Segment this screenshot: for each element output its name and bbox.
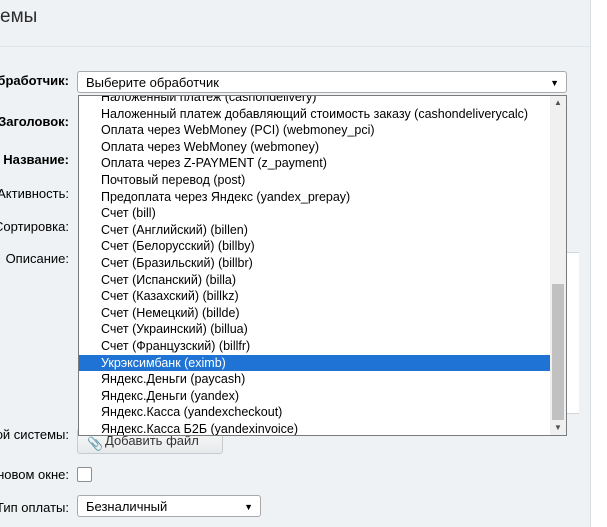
dropdown-option[interactable]: Оплата через WebMoney (PCI) (webmoney_pc… [79, 122, 551, 139]
scrollbar-thumb[interactable] [552, 284, 564, 420]
payment-type-label: Тип оплаты: [0, 500, 69, 515]
dropdown-option[interactable]: Счет (bill) [79, 205, 551, 222]
page-scroll-rail[interactable] [591, 0, 607, 527]
payment-type-value: Безналичный [86, 499, 168, 514]
dropdown-option[interactable]: Счет (Английский) (billen) [79, 222, 551, 239]
dropdown-option[interactable]: Счет (Украинский) (billua) [79, 321, 551, 338]
payment-type-select[interactable]: Безналичный ▼ [77, 495, 261, 517]
dropdown-option[interactable]: Счет (Казахский) (billkz) [79, 288, 551, 305]
dropdown-option[interactable]: Счет (Бразильский) (billbr) [79, 255, 551, 272]
dropdown-option[interactable]: Наложенный платеж добавляющий стоимость … [79, 106, 551, 123]
new-window-checkbox[interactable] [77, 467, 92, 482]
chevron-down-icon: ▼ [244, 502, 253, 512]
dropdown-option[interactable]: Предоплата через Яндекс (yandex_prepay) [79, 189, 551, 206]
sort-label: Сортировка: [0, 219, 69, 234]
dropdown-option[interactable]: Счет (Белорусский) (billby) [79, 238, 551, 255]
new-window-label: новом окне: [0, 467, 69, 482]
chevron-down-icon: ▼ [550, 78, 559, 88]
dropdown-options: Наложенный платеж (cashondelivery) Наложе… [79, 96, 551, 435]
dropdown-option[interactable]: Яндекс.Деньги (yandex) [79, 388, 551, 405]
name-label: Название: [3, 152, 69, 167]
description-label: Описание: [5, 251, 69, 266]
dropdown-option[interactable]: Счет (Испанский) (billa) [79, 272, 551, 289]
dropdown-option[interactable]: Яндекс.Касса Б2Б (yandexinvoice) [79, 421, 551, 435]
dropdown-option[interactable]: Почтовый перевод (post) [79, 172, 551, 189]
handler-select-value: Выберите обработчик [86, 75, 219, 90]
handler-label: обработчик: [0, 73, 69, 88]
dropdown-option[interactable]: Яндекс.Деньги (paycash) [79, 371, 551, 388]
scroll-down-icon[interactable]: ▼ [550, 421, 566, 435]
active-label: Активность: [0, 186, 69, 201]
dropdown-option[interactable]: Наложенный платеж (cashondelivery) [79, 96, 551, 106]
heading-label: Заголовок: [0, 114, 69, 129]
dropdown-option[interactable]: Яндекс.Касса (yandexcheckout) [79, 404, 551, 421]
logo-label: ой системы: [0, 427, 69, 442]
dropdown-option[interactable]: Оплата через Z-PAYMENT (z_payment) [79, 155, 551, 172]
page-title: емы [0, 6, 38, 27]
dropdown-option[interactable]: Счет (Немецкий) (billde) [79, 305, 551, 322]
title-divider [0, 46, 590, 47]
dropdown-option[interactable]: Счет (Французский) (billfr) [79, 338, 551, 355]
scroll-up-icon[interactable]: ▲ [550, 96, 566, 110]
dropdown-option[interactable]: Укрэксимбанк (eximb) [79, 354, 551, 372]
dropdown-option[interactable]: Оплата через WebMoney (webmoney) [79, 139, 551, 156]
handler-dropdown-list[interactable]: Наложенный платеж (cashondelivery) Наложе… [78, 95, 567, 436]
dropdown-scrollbar[interactable]: ▲ ▼ [550, 96, 566, 435]
description-editor[interactable] [566, 252, 579, 414]
handler-select[interactable]: Выберите обработчик ▼ [77, 71, 567, 93]
